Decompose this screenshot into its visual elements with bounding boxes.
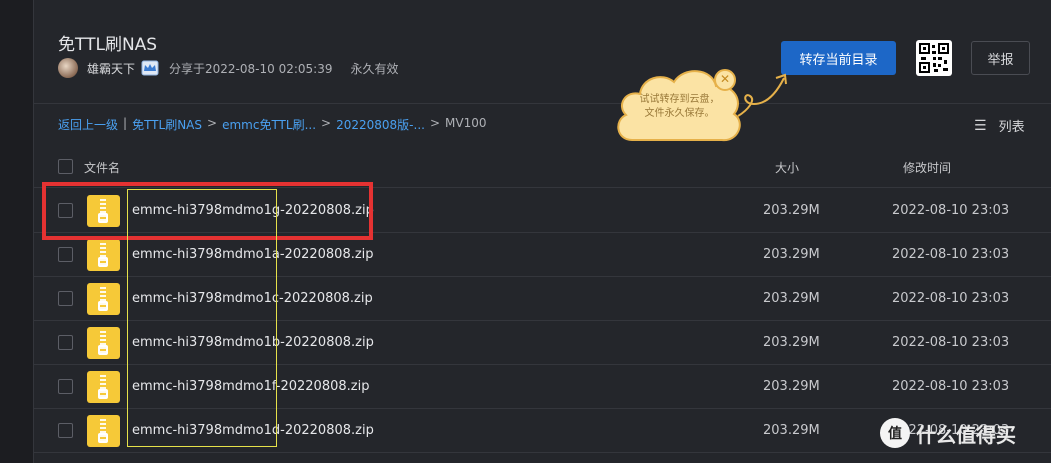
row-checkbox[interactable] <box>58 379 73 394</box>
zip-file-icon <box>87 239 120 271</box>
view-mode-toggle[interactable]: ☰ 列表 <box>974 116 1025 136</box>
page-margin <box>0 0 33 463</box>
file-modified-time: 2022-08-10 23:03 <box>892 335 1010 350</box>
qr-code-graphic <box>919 43 949 73</box>
close-icon[interactable]: ✕ <box>714 69 736 91</box>
file-modified-time: 2022-08-10 23:03 <box>892 291 1010 306</box>
breadcrumb-item-root[interactable]: 免TTL刷NAS <box>132 116 202 133</box>
file-modified-time: 2022-08-10 23:03 <box>892 203 1010 218</box>
breadcrumb-back-link[interactable]: 返回上一级 <box>58 116 118 133</box>
breadcrumb-separator: > <box>321 116 332 130</box>
file-size: 203.29M <box>763 203 820 218</box>
row-checkbox[interactable] <box>58 335 73 350</box>
watermark-text: 什么值得买 <box>916 422 1016 447</box>
breadcrumb-item-emmc[interactable]: emmc免TTL刷... <box>222 116 316 133</box>
select-all-checkbox[interactable] <box>58 159 73 174</box>
share-title: 免TTL刷NAS <box>58 35 158 55</box>
qr-code-icon[interactable] <box>916 40 952 76</box>
crown-icon <box>141 60 159 76</box>
save-tip-line-2: 文件永久保存。 <box>644 108 715 119</box>
file-modified-time: 2022-08-10 23:03 <box>892 247 1010 262</box>
site-watermark: 值 什么值得买 <box>880 418 1016 448</box>
breadcrumb-divider: | <box>123 116 128 130</box>
curly-arrow-icon <box>737 73 787 117</box>
sharer-name[interactable]: 雄霸天下 <box>87 60 135 77</box>
file-modified-time: 2022-08-10 23:03 <box>892 379 1010 394</box>
save-to-cloud-button[interactable]: 转存当前目录 <box>781 41 896 75</box>
zip-file-icon <box>87 327 120 359</box>
zip-file-icon <box>87 415 120 447</box>
share-header: 免TTL刷NAS 雄霸天下 分享于2022-08-10 02:05:39 永久有… <box>34 0 1051 104</box>
share-meta: 雄霸天下 分享于2022-08-10 02:05:39 永久有效 <box>58 58 398 78</box>
view-mode-label: 列表 <box>998 120 1025 135</box>
breadcrumb-current: MV100 <box>445 116 487 130</box>
breadcrumb: 返回上一级 | 免TTL刷NAS > emmc免TTL刷... > 202208… <box>58 116 486 133</box>
zip-file-icon <box>87 283 120 315</box>
row-checkbox[interactable] <box>58 291 73 306</box>
file-size: 203.29M <box>763 247 820 262</box>
save-tip-text: 试试转存到云盘， 文件永久保存。 <box>612 93 747 121</box>
shared-time: 分享于2022-08-10 02:05:39 <box>169 61 333 76</box>
save-tip-line-1: 试试转存到云盘， <box>639 94 720 105</box>
file-size: 203.29M <box>763 423 820 438</box>
row-checkbox[interactable] <box>58 423 73 438</box>
breadcrumb-item-version[interactable]: 20220808版-... <box>336 116 425 133</box>
row-checkbox[interactable] <box>58 247 73 262</box>
breadcrumb-separator: > <box>429 116 441 130</box>
column-header-size[interactable]: 大小 <box>775 159 799 176</box>
file-size: 203.29M <box>763 335 820 350</box>
avatar[interactable] <box>58 58 78 78</box>
watermark-logo-icon: 值 <box>880 418 910 448</box>
list-view-icon: ☰ <box>974 117 987 134</box>
zip-file-icon <box>87 371 120 403</box>
highlight-yellow-annotation <box>127 189 277 447</box>
file-size: 203.29M <box>763 291 820 306</box>
file-size: 203.29M <box>763 379 820 394</box>
breadcrumb-separator: > <box>207 116 218 130</box>
validity: 永久有效 <box>350 61 399 76</box>
column-header-name[interactable]: 文件名 <box>84 159 120 176</box>
column-header-modified[interactable]: 修改时间 <box>903 159 951 176</box>
report-button[interactable]: 举报 <box>971 41 1030 75</box>
